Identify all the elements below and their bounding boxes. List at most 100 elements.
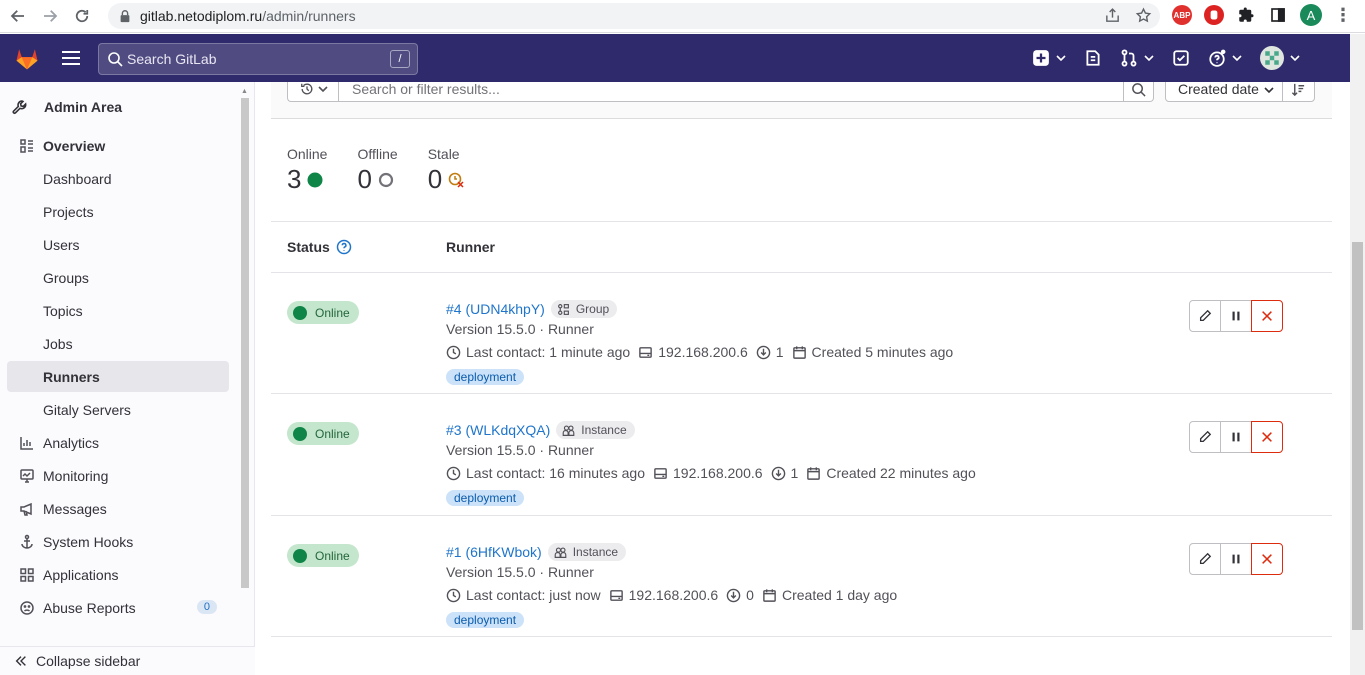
user-avatar <box>1260 46 1284 70</box>
sidebar-item-overview[interactable]: Overview <box>7 130 229 161</box>
column-header-status[interactable]: Status <box>287 239 352 255</box>
page-scrollbar[interactable] <box>1350 34 1365 675</box>
filter-search-button[interactable] <box>1124 82 1154 102</box>
sidebar-item-abuse-reports[interactable]: Abuse Reports 0 <box>7 592 229 623</box>
profile-avatar[interactable]: A <box>1300 4 1322 26</box>
filter-bar: Search or filter results... Created date <box>271 82 1332 119</box>
sidebar-scrollbar[interactable]: ▲ <box>238 84 252 630</box>
page-scroll-thumb[interactable] <box>1352 242 1363 630</box>
status-online-icon <box>307 172 323 187</box>
abuse-reports-count-badge: 0 <box>196 600 217 614</box>
sidebar-item-groups[interactable]: Groups <box>7 262 229 293</box>
sidebar-item-users[interactable]: Users <box>7 229 229 260</box>
bullhorn-icon <box>20 502 32 516</box>
url-text: gitlab.netodiplom.ru/admin/runners <box>140 8 356 24</box>
search-shortcut-hint: / <box>390 50 410 68</box>
delete-button[interactable] <box>1251 300 1283 332</box>
runner-link[interactable]: #1 (6HfKWbok) <box>446 544 542 560</box>
question-icon[interactable] <box>336 239 352 255</box>
edit-button[interactable] <box>1189 300 1221 332</box>
double-chevron-left-icon <box>15 656 26 666</box>
reload-button[interactable] <box>68 2 96 30</box>
new-item-dropdown[interactable] <box>1032 49 1066 67</box>
pencil-icon <box>1199 552 1212 565</box>
todo-check-icon <box>1173 50 1189 66</box>
sort-direction-button[interactable] <box>1282 82 1315 102</box>
edit-button[interactable] <box>1189 421 1221 453</box>
sidebar-header[interactable]: Admin Area <box>12 90 122 124</box>
merge-request-icon <box>1121 49 1137 67</box>
user-menu-dropdown[interactable] <box>1260 46 1300 70</box>
status-stale-icon <box>448 172 464 188</box>
pause-button[interactable] <box>1220 543 1252 575</box>
edit-button[interactable] <box>1189 543 1221 575</box>
calendar-icon <box>807 466 821 480</box>
collapse-sidebar-button[interactable]: Collapse sidebar <box>0 646 255 675</box>
runner-link[interactable]: #3 (WLKdqXQA) <box>446 422 550 438</box>
sidebar-item-topics[interactable]: Topics <box>7 295 229 326</box>
divider <box>271 515 1332 516</box>
sidebar-item-projects[interactable]: Projects <box>7 196 229 227</box>
adblock-extension-icon[interactable]: ABP <box>1172 5 1192 25</box>
runner-version: Version 15.5.0 · Runner <box>446 321 594 337</box>
pipeline-jobs-icon <box>756 345 771 359</box>
runner-stats: Online 3 Offline 0 Stale 0 <box>287 146 494 195</box>
back-button[interactable] <box>4 2 32 30</box>
pause-icon <box>1232 432 1240 442</box>
todos-link[interactable] <box>1172 49 1190 67</box>
global-search[interactable]: / <box>98 43 418 75</box>
pause-button[interactable] <box>1220 421 1252 453</box>
bookmark-star-icon[interactable] <box>1135 7 1152 24</box>
side-panel-icon[interactable] <box>1268 5 1288 25</box>
forward-button[interactable] <box>36 2 64 30</box>
table-row: Online #1 (6HfKWbok) Instance Version 15… <box>271 526 1332 648</box>
pipeline-jobs-icon <box>726 588 741 602</box>
stop-extension-icon[interactable] <box>1204 5 1224 25</box>
overview-icon <box>20 138 33 153</box>
delete-button[interactable] <box>1251 421 1283 453</box>
pause-icon <box>1232 311 1240 321</box>
disk-icon <box>639 346 653 358</box>
hamburger-menu-icon[interactable] <box>60 48 82 68</box>
stat-stale: Stale 0 <box>428 146 464 195</box>
sidebar-item-monitoring[interactable]: Monitoring <box>7 460 229 491</box>
status-offline-icon <box>378 172 394 187</box>
sidebar-item-messages[interactable]: Messages <box>7 493 229 524</box>
runner-tag[interactable]: deployment <box>446 369 525 385</box>
help-icon <box>1209 49 1226 67</box>
sidebar-item-analytics[interactable]: Analytics <box>7 427 229 458</box>
sidebar-item-gitaly-servers[interactable]: Gitaly Servers <box>7 394 229 425</box>
gitlab-logo-icon[interactable] <box>13 44 41 72</box>
runner-link[interactable]: #4 (UDN4khpY) <box>446 301 545 317</box>
sidebar-scroll-thumb[interactable] <box>241 98 249 588</box>
merge-requests-dropdown[interactable] <box>1120 49 1154 67</box>
sidebar-item-runners[interactable]: Runners <box>7 361 229 392</box>
delete-button[interactable] <box>1251 543 1283 575</box>
recent-searches-dropdown[interactable] <box>287 82 339 102</box>
browser-menu-icon[interactable]: ⋮ <box>1334 5 1352 26</box>
sort-dropdown[interactable]: Created date <box>1165 82 1283 102</box>
status-badge: Online <box>287 544 359 567</box>
clock-icon <box>446 588 461 602</box>
monitor-icon <box>20 468 34 483</box>
issues-link[interactable] <box>1084 49 1102 67</box>
calendar-icon <box>792 345 806 359</box>
help-dropdown[interactable] <box>1208 49 1242 67</box>
sidebar-item-dashboard[interactable]: Dashboard <box>7 163 229 194</box>
wrench-icon <box>12 100 27 115</box>
runner-tag[interactable]: deployment <box>446 612 525 628</box>
chevron-down-icon <box>1290 55 1300 62</box>
pencil-icon <box>1199 309 1212 322</box>
sidebar-item-system-hooks[interactable]: System Hooks <box>7 526 229 557</box>
address-bar[interactable]: gitlab.netodiplom.ru/admin/runners <box>108 3 1160 29</box>
search-input[interactable] <box>127 51 387 67</box>
sidebar-item-applications[interactable]: Applications <box>7 559 229 590</box>
share-icon[interactable] <box>1104 7 1121 24</box>
filter-search-input[interactable]: Search or filter results... <box>338 82 1124 102</box>
pause-button[interactable] <box>1220 300 1252 332</box>
scroll-up-arrow-icon[interactable]: ▲ <box>241 88 248 95</box>
sidebar-item-jobs[interactable]: Jobs <box>7 328 229 359</box>
extensions-puzzle-icon[interactable] <box>1236 5 1256 25</box>
runner-tag[interactable]: deployment <box>446 490 525 506</box>
group-icon <box>557 303 569 315</box>
